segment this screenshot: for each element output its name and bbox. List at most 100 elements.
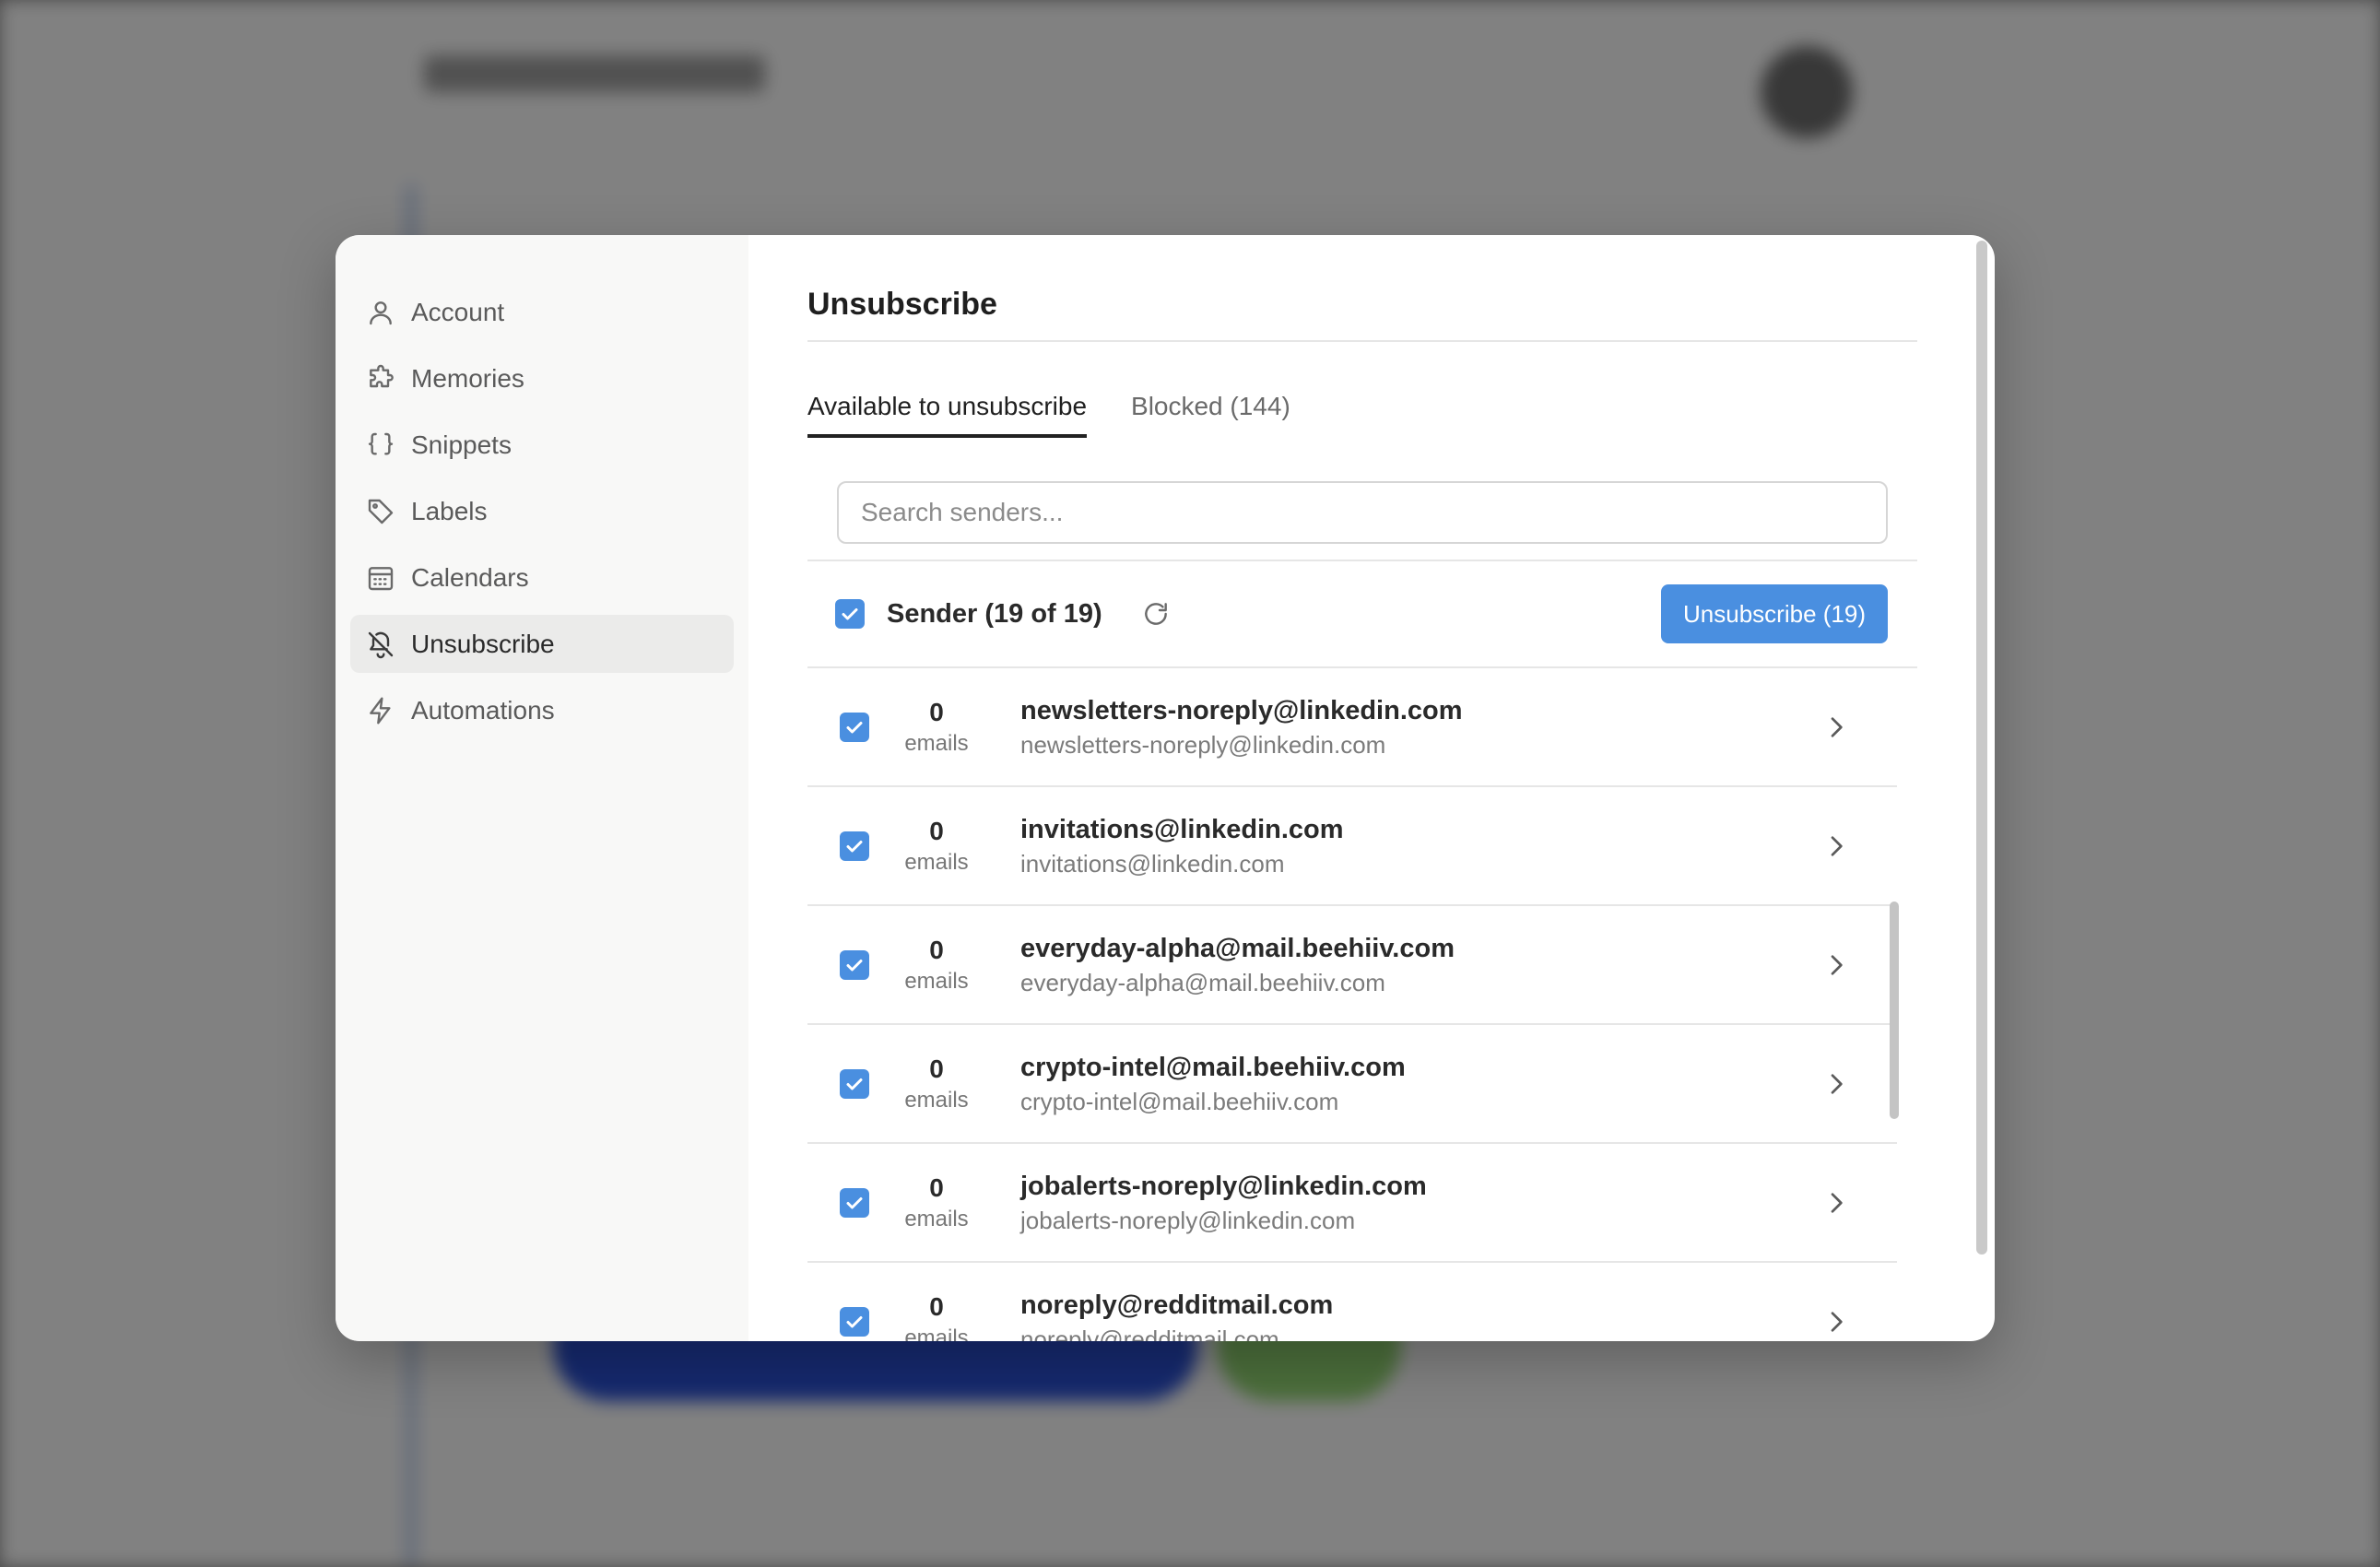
email-count-number: 0	[929, 935, 944, 964]
modal-scrollbar[interactable]	[1976, 241, 1987, 1255]
row-checkbox[interactable]	[840, 1306, 869, 1337]
list-header: Sender (19 of 19) Unsubscribe (19)	[807, 561, 1917, 666]
refresh-button[interactable]	[1137, 595, 1174, 632]
email-count: 0 emails	[886, 1172, 987, 1234]
sidebar-item-labels[interactable]: Labels	[350, 482, 734, 540]
check-icon	[846, 1315, 863, 1327]
sender-info: noreply@redditmail.com noreply@redditmai…	[1020, 1288, 1333, 1342]
sidebar-item-label: Automations	[411, 695, 555, 725]
sender-info: newsletters-noreply@linkedin.com newslet…	[1020, 693, 1463, 761]
email-count-unit: emails	[904, 1325, 969, 1342]
sidebar-item-label: Snippets	[411, 430, 512, 459]
search-input[interactable]	[837, 481, 1888, 544]
sender-name: noreply@redditmail.com	[1020, 1290, 1334, 1320]
sidebar-item-label: Memories	[411, 363, 524, 393]
check-icon	[846, 1078, 863, 1090]
sender-email: jobalerts-noreply@linkedin.com	[1020, 1206, 1356, 1234]
email-count: 0 emails	[886, 815, 987, 878]
unsubscribe-panel: Unsubscribe Available to unsubscribe Blo…	[748, 235, 1995, 1341]
row-checkbox[interactable]	[840, 1068, 869, 1099]
sidebar-item-snippets[interactable]: Snippets	[350, 416, 734, 474]
sender-name: invitations@linkedin.com	[1020, 814, 1344, 844]
tab-bar: Available to unsubscribe Blocked (144)	[807, 386, 1917, 438]
chevron-right-icon[interactable]	[1821, 1188, 1851, 1218]
sidebar-item-label: Account	[411, 297, 505, 326]
bolt-icon	[365, 695, 396, 726]
sender-row[interactable]: 0 emails jobalerts-noreply@linkedin.com …	[807, 1144, 1897, 1263]
sidebar-item-automations[interactable]: Automations	[350, 681, 734, 739]
sender-info: invitations@linkedin.com invitations@lin…	[1020, 812, 1344, 880]
email-count-number: 0	[929, 1291, 944, 1321]
sender-info: crypto-intel@mail.beehiiv.com crypto-int…	[1020, 1050, 1406, 1118]
title-divider	[807, 340, 1917, 342]
unsubscribe-all-button[interactable]: Unsubscribe (19)	[1661, 584, 1888, 643]
sidebar-item-label: Calendars	[411, 562, 529, 592]
refresh-icon	[1144, 603, 1167, 625]
sender-row[interactable]: 0 emails invitations@linkedin.com invita…	[807, 787, 1897, 906]
row-checkbox[interactable]	[840, 712, 869, 742]
tab-blocked[interactable]: Blocked (144)	[1131, 386, 1290, 438]
email-count-number: 0	[929, 1054, 944, 1083]
email-count-number: 0	[929, 697, 944, 726]
email-count-unit: emails	[904, 968, 969, 994]
email-count-unit: emails	[904, 730, 969, 756]
user-icon	[365, 297, 396, 328]
sender-email: newsletters-noreply@linkedin.com	[1020, 730, 1386, 759]
sender-name: crypto-intel@mail.beehiiv.com	[1020, 1052, 1406, 1082]
email-count-unit: emails	[904, 849, 969, 875]
chevron-right-icon[interactable]	[1821, 1307, 1851, 1337]
bell-off-icon	[365, 629, 396, 660]
check-icon	[846, 840, 863, 852]
sender-row[interactable]: 0 emails everyday-alpha@mail.beehiiv.com…	[807, 906, 1897, 1025]
calendar-icon	[365, 562, 396, 594]
tag-icon	[365, 496, 396, 527]
list-scrollbar[interactable]	[1890, 901, 1899, 1119]
select-all-checkbox[interactable]	[835, 599, 865, 629]
email-count-unit: emails	[904, 1206, 969, 1231]
search-container	[807, 481, 1917, 544]
settings-modal: Account Memories Snippets Labels Calenda…	[336, 235, 1995, 1341]
sender-info: everyday-alpha@mail.beehiiv.com everyday…	[1020, 931, 1455, 999]
sender-name: newsletters-noreply@linkedin.com	[1020, 695, 1463, 725]
sender-name: jobalerts-noreply@linkedin.com	[1020, 1171, 1427, 1201]
check-icon	[842, 608, 858, 620]
email-count-number: 0	[929, 816, 944, 845]
sender-list[interactable]: 0 emails newsletters-noreply@linkedin.co…	[807, 668, 1917, 1341]
email-count: 0 emails	[886, 696, 987, 759]
sender-email: noreply@redditmail.com	[1020, 1325, 1279, 1342]
tab-available[interactable]: Available to unsubscribe	[807, 386, 1088, 438]
sidebar-item-unsubscribe[interactable]: Unsubscribe	[350, 615, 734, 673]
braces-icon	[365, 430, 396, 461]
sender-count-label: Sender (19 of 19)	[887, 598, 1102, 629]
sender-name: everyday-alpha@mail.beehiiv.com	[1020, 933, 1455, 963]
chevron-right-icon[interactable]	[1821, 950, 1851, 980]
sender-email: invitations@linkedin.com	[1020, 849, 1285, 878]
email-count: 0 emails	[886, 1053, 987, 1115]
check-icon	[846, 959, 863, 971]
row-checkbox[interactable]	[840, 949, 869, 980]
sender-rows: 0 emails newsletters-noreply@linkedin.co…	[807, 668, 1897, 1341]
sender-info: jobalerts-noreply@linkedin.com jobalerts…	[1020, 1169, 1427, 1237]
chevron-right-icon[interactable]	[1821, 831, 1851, 861]
sidebar-item-account[interactable]: Account	[350, 283, 734, 341]
sender-email: crypto-intel@mail.beehiiv.com	[1020, 1087, 1339, 1115]
row-checkbox[interactable]	[840, 1187, 869, 1218]
chevron-right-icon[interactable]	[1821, 713, 1851, 742]
check-icon	[846, 721, 863, 733]
sidebar-item-label: Labels	[411, 496, 488, 525]
sidebar-item-calendars[interactable]: Calendars	[350, 548, 734, 607]
settings-sidebar: Account Memories Snippets Labels Calenda…	[336, 235, 748, 1341]
row-checkbox[interactable]	[840, 831, 869, 861]
sender-row[interactable]: 0 emails crypto-intel@mail.beehiiv.com c…	[807, 1025, 1897, 1144]
page-title: Unsubscribe	[807, 287, 997, 322]
email-count-unit: emails	[904, 1087, 969, 1113]
email-count: 0 emails	[886, 934, 987, 996]
email-count-number: 0	[929, 1172, 944, 1202]
sender-row[interactable]: 0 emails noreply@redditmail.com noreply@…	[807, 1263, 1897, 1341]
sidebar-item-label: Unsubscribe	[411, 629, 555, 658]
chevron-right-icon[interactable]	[1821, 1069, 1851, 1099]
sidebar-item-memories[interactable]: Memories	[350, 349, 734, 407]
check-icon	[846, 1196, 863, 1208]
sender-email: everyday-alpha@mail.beehiiv.com	[1020, 968, 1385, 996]
sender-row[interactable]: 0 emails newsletters-noreply@linkedin.co…	[807, 668, 1897, 787]
